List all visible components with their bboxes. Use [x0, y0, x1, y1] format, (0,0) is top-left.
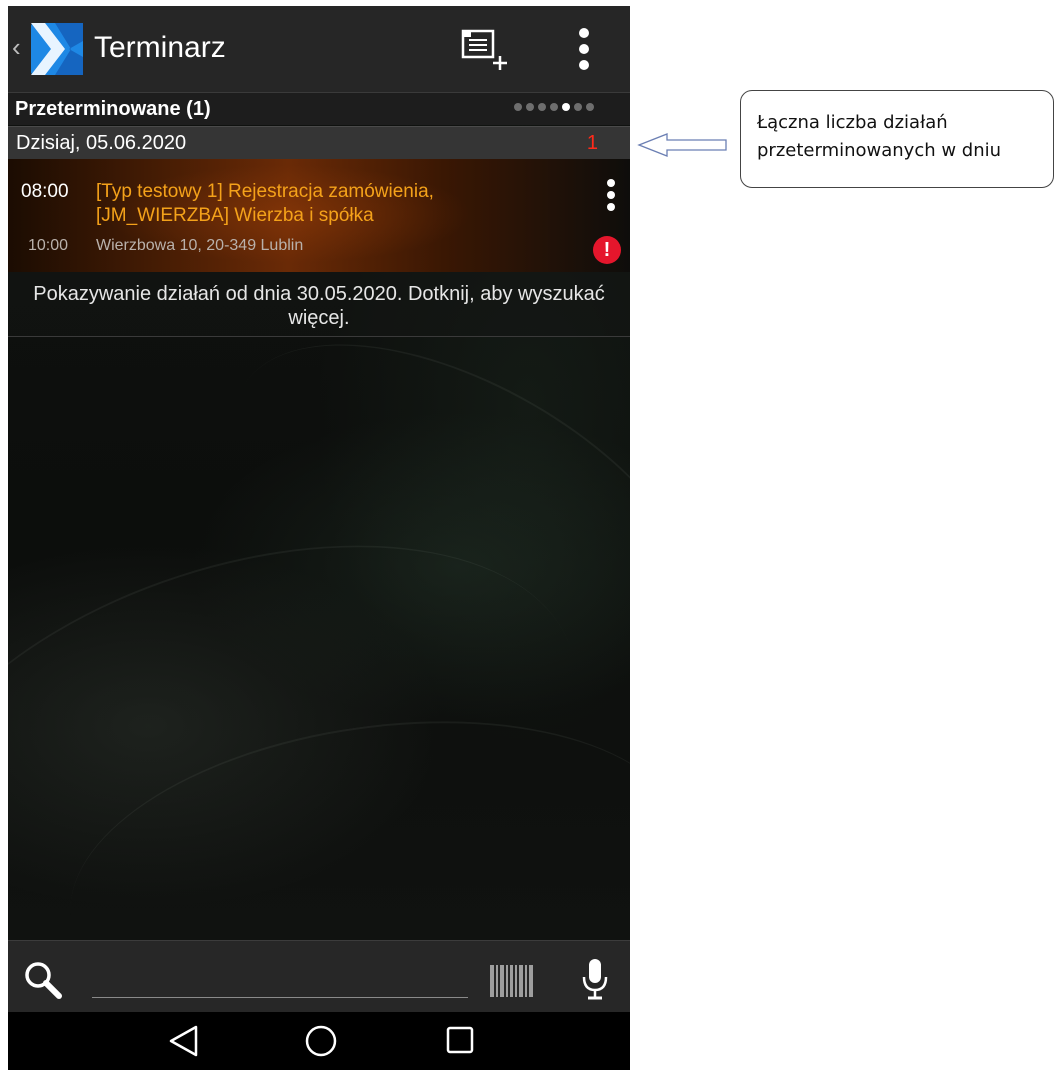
system-nav-bar	[8, 1012, 630, 1070]
load-more-row[interactable]: Pokazywanie działań od dnia 30.05.2020. …	[8, 272, 630, 337]
mic-icon[interactable]	[582, 959, 608, 1001]
date-label: Dzisiaj, 05.06.2020	[16, 132, 187, 154]
search-icon[interactable]	[22, 959, 64, 1001]
new-activity-icon[interactable]	[460, 28, 510, 72]
app-title: Terminarz	[94, 31, 226, 64]
item-menu-dot	[607, 179, 615, 187]
activity-address: Wierzbowa 10, 20-349 Lublin	[96, 237, 304, 254]
overflow-menu-icon[interactable]	[574, 28, 594, 70]
page-dot	[586, 103, 594, 111]
barcode-icon[interactable]	[490, 965, 534, 997]
item-menu-dot	[607, 191, 615, 199]
overflow-dot	[579, 28, 589, 38]
page-dot	[526, 103, 534, 111]
alert-icon: !	[593, 236, 621, 264]
load-more-text: Pokazywanie działań od dnia 30.05.2020. …	[33, 283, 605, 329]
phone-screen: ‹ Terminarz Przeterminowane (1) Dzisiaj,…	[8, 6, 630, 1070]
page-dot	[574, 103, 582, 111]
page-dot	[550, 103, 558, 111]
activity-start-time: 08:00	[21, 181, 69, 202]
overdue-count: 1	[586, 132, 598, 154]
action-bar: ‹ Terminarz	[8, 6, 630, 92]
annotation-callout: Łączna liczba działań przeterminowanych …	[740, 90, 1054, 188]
item-menu-icon[interactable]	[603, 179, 619, 213]
nav-home-icon[interactable]	[304, 1024, 338, 1058]
back-chevron-icon[interactable]: ‹	[12, 32, 21, 62]
section-header[interactable]: Przeterminowane (1)	[8, 92, 630, 125]
item-menu-dot	[607, 203, 615, 211]
activity-title: [Typ testowy 1] Rejestracja zamówienia, …	[96, 181, 434, 226]
section-title: Przeterminowane (1)	[15, 98, 211, 120]
overflow-dot	[579, 44, 589, 54]
activity-list-item[interactable]: 08:00 [Typ testowy 1] Rejestracja zamówi…	[8, 159, 630, 272]
nav-back-icon[interactable]	[166, 1024, 202, 1058]
activity-end-time: 10:00	[28, 237, 69, 254]
app-logo[interactable]	[31, 23, 83, 75]
page-dot	[562, 103, 570, 111]
page-indicator	[514, 103, 594, 113]
nav-recent-apps-icon[interactable]	[445, 1025, 475, 1055]
page-dot	[514, 103, 522, 111]
overflow-dot	[579, 60, 589, 70]
date-group-header[interactable]: Dzisiaj, 05.06.2020 1	[8, 126, 630, 159]
page-dot	[538, 103, 546, 111]
callout-arrow-icon	[637, 133, 727, 157]
search-bar	[8, 940, 630, 1013]
annotation-text: Łączna liczba działań przeterminowanych …	[757, 112, 1002, 161]
search-input[interactable]	[92, 959, 468, 998]
